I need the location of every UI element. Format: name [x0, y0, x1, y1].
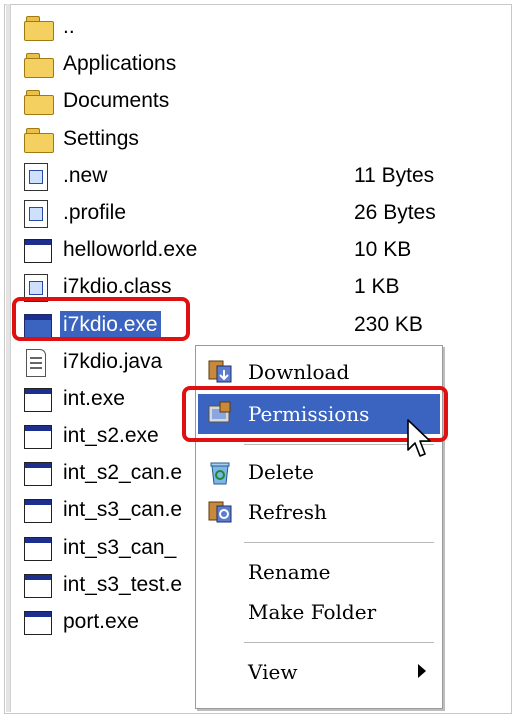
list-item[interactable]: Applications [24, 45, 504, 82]
executable-icon [24, 237, 54, 264]
executable-icon [24, 386, 54, 412]
file-icon [24, 162, 54, 191]
refresh-icon [206, 498, 234, 526]
file-name: int_s3_can.e [63, 498, 183, 522]
folder-icon [24, 51, 54, 79]
menu-label: Make Folder [248, 600, 377, 624]
mouse-cursor-icon [407, 419, 431, 457]
file-name: .new [63, 163, 108, 187]
list-item[interactable]: helloworld.exe 10 KB [24, 231, 504, 268]
executable-icon [24, 497, 54, 524]
menu-label: Refresh [248, 500, 327, 524]
folder-icon [24, 126, 54, 153]
folder-icon [24, 88, 54, 116]
file-name: i7kdio.java [63, 349, 163, 373]
executable-icon [24, 460, 54, 487]
file-name: int_s2.exe [63, 424, 159, 448]
folder-icon [24, 14, 54, 41]
menu-item-rename[interactable]: Rename [198, 552, 440, 592]
list-item[interactable]: .. [24, 8, 504, 45]
submenu-arrow-icon [418, 664, 426, 678]
menu-separator [244, 642, 434, 644]
menu-separator [244, 542, 434, 544]
executable-icon [24, 423, 54, 450]
list-item[interactable]: Documents [24, 82, 504, 119]
file-name: int_s3_can_ [63, 535, 177, 559]
file-size: 10 KB [354, 238, 412, 262]
file-name: Documents [63, 89, 170, 113]
menu-item-refresh[interactable]: Refresh [198, 492, 440, 532]
file-size: 11 Bytes [354, 163, 435, 187]
list-item[interactable]: .profile 26 Bytes [24, 194, 504, 231]
file-name: int_s3_test.e [63, 572, 183, 596]
file-name: helloworld.exe [63, 238, 198, 262]
list-item[interactable]: Settings [24, 120, 504, 157]
file-name: .profile [63, 200, 127, 224]
file-name: port.exe [63, 610, 139, 633]
file-size: 1 KB [354, 275, 400, 299]
menu-item-view[interactable]: View [198, 652, 440, 692]
scroll-gutter [6, 4, 11, 712]
menu-label: View [248, 660, 298, 684]
menu-label: Rename [248, 560, 331, 584]
file-size: 26 Bytes [354, 200, 436, 224]
menu-label: Delete [248, 460, 314, 484]
file-icon [24, 199, 54, 228]
file-name: .. [63, 15, 75, 38]
text-file-icon [24, 348, 54, 377]
recycle-bin-icon [206, 458, 234, 486]
list-item[interactable]: .new 11 Bytes [24, 157, 504, 194]
file-name: int.exe [63, 386, 125, 410]
selected-file-annotation [12, 297, 190, 341]
file-name: Applications [63, 52, 177, 76]
menu-item-delete[interactable]: Delete [198, 452, 440, 492]
executable-icon [24, 572, 54, 598]
executable-icon [24, 609, 54, 635]
file-name: Settings [63, 126, 139, 150]
menu-item-make-folder[interactable]: Make Folder [198, 592, 440, 632]
download-icon [206, 358, 234, 386]
menu-label: Download [248, 360, 350, 384]
file-size: 230 KB [354, 312, 423, 336]
executable-icon [24, 535, 54, 561]
file-name: int_s2_can.e [63, 461, 183, 485]
